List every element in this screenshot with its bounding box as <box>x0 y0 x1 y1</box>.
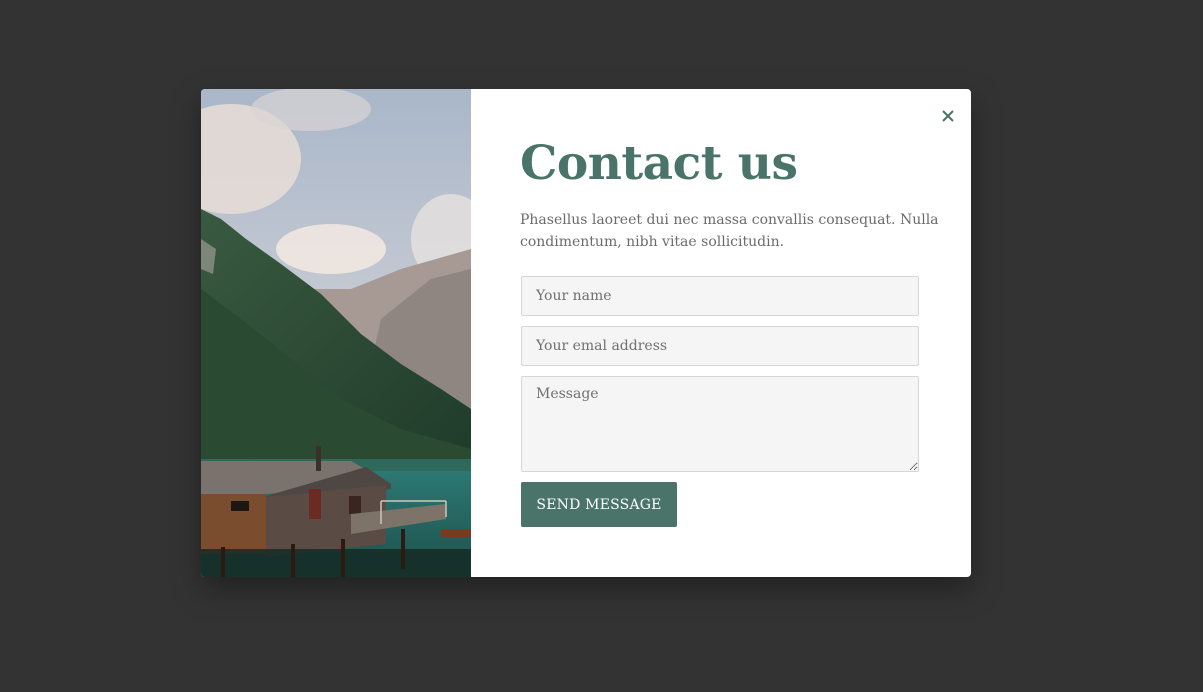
page-title: Contact us <box>520 136 798 191</box>
contact-form-panel: Contact us Phasellus laoreet dui nec mas… <box>471 89 971 577</box>
message-textarea[interactable] <box>521 376 919 472</box>
lake-cabin-photo <box>201 89 471 577</box>
email-input[interactable] <box>521 326 919 366</box>
send-message-button[interactable]: SEND MESSAGE <box>521 482 677 527</box>
name-input[interactable] <box>521 276 919 316</box>
modal-description: Phasellus laoreet dui nec massa convalli… <box>520 212 939 250</box>
close-button[interactable] <box>938 106 958 126</box>
contact-modal: Contact us Phasellus laoreet dui nec mas… <box>201 89 971 577</box>
close-icon <box>942 110 954 122</box>
